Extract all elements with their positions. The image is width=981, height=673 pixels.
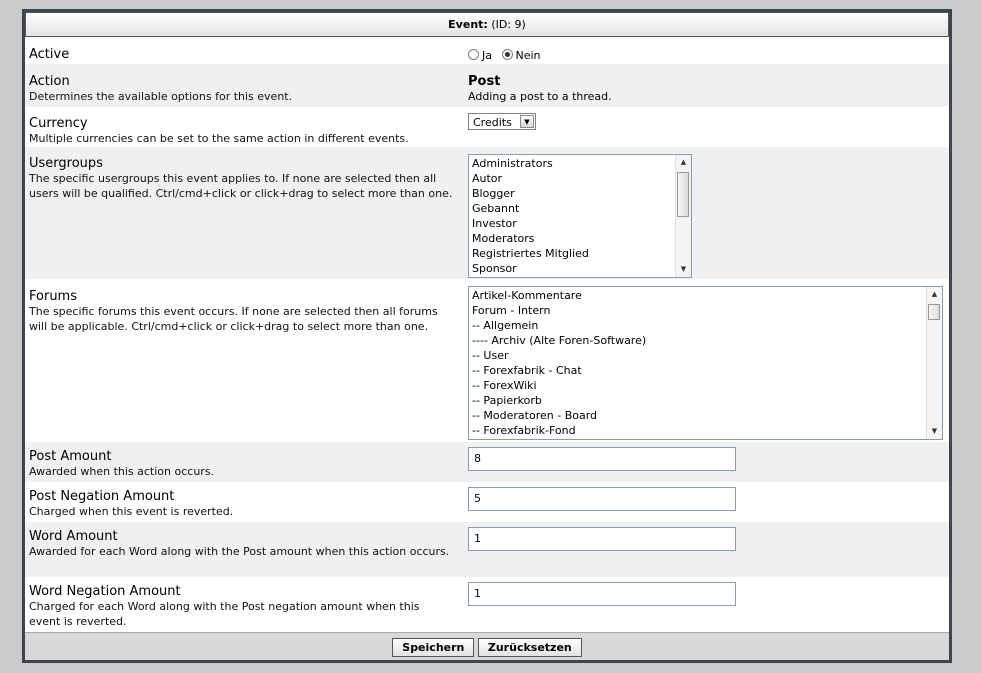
usergroup-option[interactable]: Sponsor	[469, 261, 691, 276]
post-negation-input[interactable]: 5	[468, 487, 736, 511]
post-amount-input[interactable]: 8	[468, 447, 736, 471]
scroll-thumb[interactable]	[928, 304, 940, 320]
forum-option[interactable]: -- Forexfabrik - Chat	[469, 363, 942, 378]
event-form: Event: (ID: 9) Active Ja Nein Action Det…	[25, 12, 949, 660]
row-usergroups: Usergroups The specific usergroups this …	[25, 147, 949, 279]
currency-title: Currency	[29, 116, 88, 131]
panel-header: Event: (ID: 9)	[25, 12, 949, 37]
forum-option[interactable]: ---- Archiv (Alte Foren-Software)	[469, 333, 942, 348]
forum-option[interactable]: -- Forexfabrik-Fond	[469, 423, 942, 438]
row-word-negation: Word Negation Amount Charged for each Wo…	[25, 577, 949, 632]
forums-listbox[interactable]: Artikel-Kommentare Forum - Intern -- All…	[468, 286, 943, 440]
forum-option[interactable]: Forum - Intern	[469, 303, 942, 318]
post-amount-desc: Awarded when this action occurs.	[29, 465, 215, 478]
forum-option[interactable]: Artikel-Kommentare	[469, 288, 942, 303]
word-negation-title: Word Negation Amount	[29, 584, 181, 599]
header-label: Event:	[448, 18, 488, 31]
forum-option[interactable]: -- Moderatoren - Board	[469, 408, 942, 423]
forums-desc: The specific forums this event occurs. I…	[29, 305, 438, 333]
form-footer: Speichern Zurücksetzen	[25, 632, 949, 660]
word-negation-input[interactable]: 1	[468, 582, 736, 606]
row-post-negation: Post Negation Amount Charged when this e…	[25, 482, 949, 522]
row-active: Active Ja Nein	[25, 37, 949, 64]
scroll-down-icon[interactable]: ▼	[676, 262, 691, 277]
save-button[interactable]: Speichern	[392, 638, 475, 657]
forum-option[interactable]: -- User	[469, 348, 942, 363]
usergroup-option[interactable]: Autor	[469, 171, 691, 186]
scroll-up-icon[interactable]: ▲	[676, 155, 691, 170]
usergroups-listbox[interactable]: Administrators Autor Blogger Gebannt Inv…	[468, 154, 692, 278]
event-panel: Event: (ID: 9) Active Ja Nein Action Det…	[22, 9, 952, 663]
forum-option[interactable]: -- Allgemein	[469, 318, 942, 333]
active-title: Active	[29, 47, 70, 62]
chevron-down-icon[interactable]: ▼	[520, 115, 534, 128]
word-negation-desc: Charged for each Word along with the Pos…	[29, 600, 420, 628]
usergroups-title: Usergroups	[29, 156, 103, 171]
row-forums: Forums The specific forums this event oc…	[25, 279, 949, 442]
action-value-desc: Adding a post to a thread.	[468, 90, 612, 103]
reset-button[interactable]: Zurücksetzen	[477, 638, 582, 657]
scroll-thumb[interactable]	[677, 172, 689, 217]
scroll-up-icon[interactable]: ▲	[927, 287, 942, 302]
usergroup-option[interactable]: Gebannt	[469, 201, 691, 216]
post-negation-title: Post Negation Amount	[29, 489, 175, 504]
currency-selected: Credits	[473, 116, 512, 129]
row-currency: Currency Multiple currencies can be set …	[25, 107, 949, 147]
usergroups-scrollbar[interactable]: ▲ ▼	[675, 155, 691, 277]
usergroup-option[interactable]: Blogger	[469, 186, 691, 201]
usergroup-option[interactable]: Investor	[469, 216, 691, 231]
radio-nein-label: Nein	[515, 49, 541, 62]
usergroup-option[interactable]: Moderators	[469, 231, 691, 246]
action-value: Post	[468, 74, 501, 89]
radio-ja-label: Ja	[482, 49, 492, 62]
row-post-amount: Post Amount Awarded when this action occ…	[25, 442, 949, 482]
row-word-amount: Word Amount Awarded for each Word along …	[25, 522, 949, 577]
action-title: Action	[29, 74, 70, 89]
post-negation-desc: Charged when this event is reverted.	[29, 505, 234, 518]
radio-ja[interactable]	[468, 49, 479, 60]
word-amount-title: Word Amount	[29, 529, 118, 544]
header-id: (ID: 9)	[491, 18, 526, 31]
post-amount-title: Post Amount	[29, 449, 112, 464]
row-action: Action Determines the available options …	[25, 64, 949, 107]
radio-nein[interactable]	[501, 49, 513, 60]
word-amount-desc: Awarded for each Word along with the Pos…	[29, 545, 450, 558]
action-desc: Determines the available options for thi…	[29, 90, 293, 103]
word-amount-input[interactable]: 1	[468, 527, 736, 551]
usergroups-desc: The specific usergroups this event appli…	[29, 172, 453, 200]
forums-scrollbar[interactable]: ▲ ▼	[926, 287, 942, 439]
usergroup-option[interactable]: Registriertes Mitglied	[469, 246, 691, 261]
currency-desc: Multiple currencies can be set to the sa…	[29, 132, 409, 145]
scroll-down-icon[interactable]: ▼	[927, 424, 942, 439]
forum-option[interactable]: -- Papierkorb	[469, 393, 942, 408]
currency-select[interactable]: Credits ▼	[468, 113, 536, 130]
usergroup-option[interactable]: Administrators	[469, 156, 691, 171]
forum-option[interactable]: -- ForexWiki	[469, 378, 942, 393]
forums-title: Forums	[29, 289, 77, 304]
